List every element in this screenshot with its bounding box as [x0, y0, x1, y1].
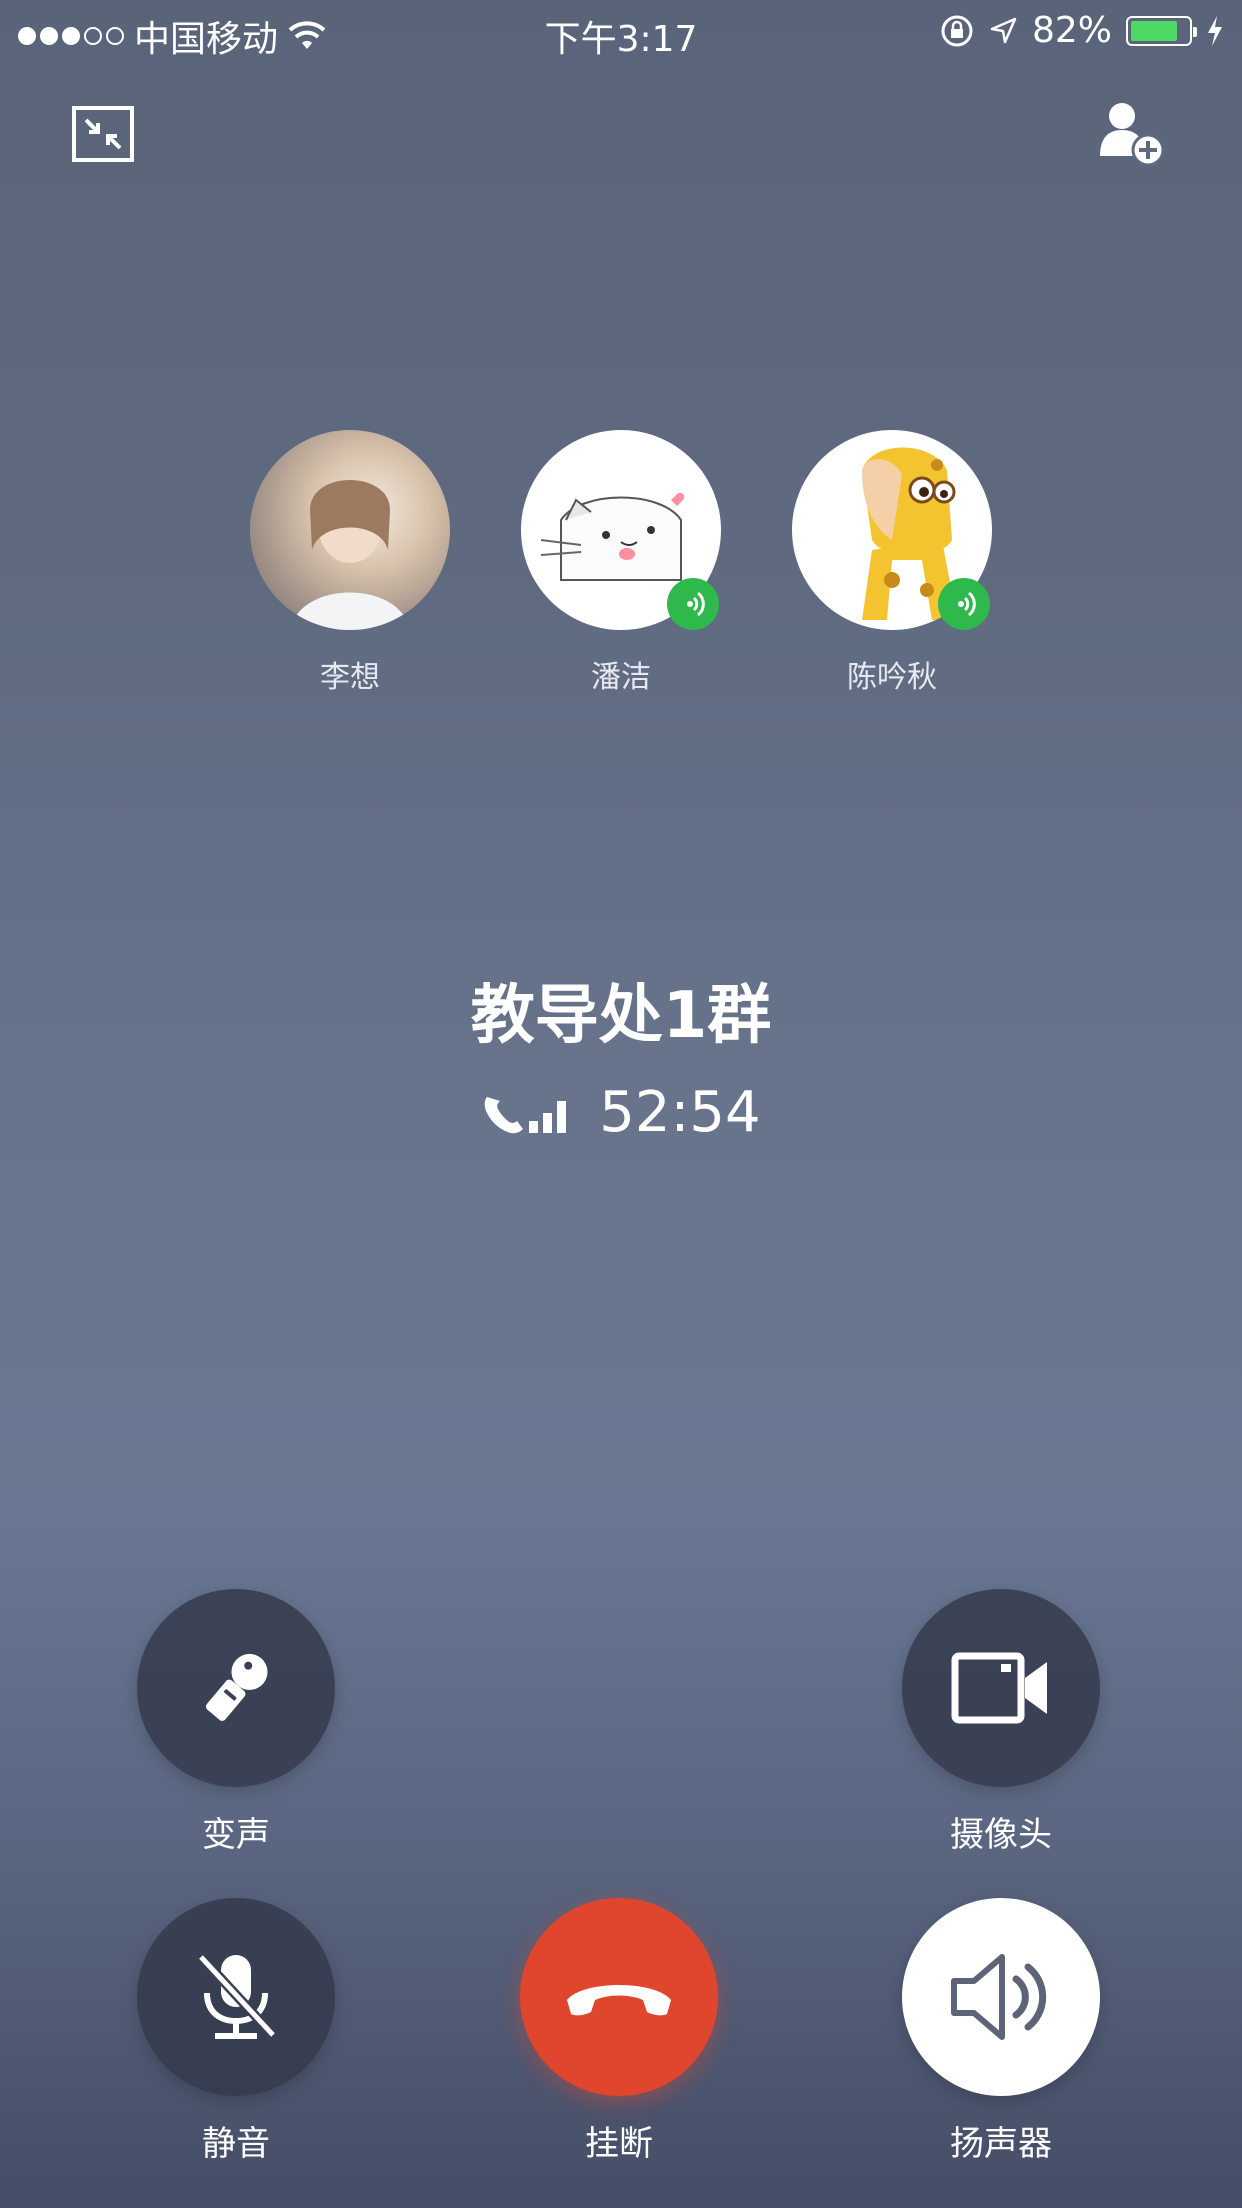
camera-button[interactable]: 摄像头	[871, 1589, 1131, 1856]
mute-button[interactable]: 静音	[106, 1898, 366, 2165]
participant-3[interactable]: 陈吟秋	[772, 430, 1012, 696]
avatar	[250, 430, 450, 630]
speaking-icon	[958, 591, 976, 617]
speaker-button[interactable]: 扬声器	[871, 1898, 1131, 2165]
add-member-icon	[1100, 103, 1165, 167]
rotation-lock-icon	[941, 15, 973, 46]
participant-2[interactable]: 潘洁	[501, 430, 741, 696]
voice-changer-label: 变声	[202, 1815, 270, 1855]
speaker-label: 扬声器	[950, 2124, 1052, 2164]
group-name: 教导处1群	[470, 979, 772, 1053]
status-bar: 中国移动 下午3:17 82%	[0, 0, 1242, 60]
charging-icon	[1208, 15, 1222, 46]
battery-percent: 82%	[1031, 10, 1112, 51]
call-duration: 52:54	[599, 1080, 761, 1145]
hang-up-label: 挂断	[585, 2124, 653, 2164]
speaking-icon	[687, 591, 705, 617]
voice-changer-button[interactable]: 变声	[106, 1589, 366, 1856]
minimize-button[interactable]	[72, 106, 134, 162]
camera-icon	[951, 1652, 1047, 1724]
hang-up-button[interactable]: 挂断	[489, 1898, 749, 2165]
minimize-window-icon	[72, 106, 134, 162]
participant-name: 李想	[320, 660, 380, 695]
call-signal-icon	[484, 1096, 567, 1133]
camera-label: 摄像头	[950, 1815, 1052, 1855]
voice-changer-icon	[205, 1653, 268, 1721]
status-right: 82%	[940, 10, 1224, 51]
battery-icon	[1126, 15, 1197, 46]
mute-label: 静音	[202, 2124, 270, 2164]
speaker-icon	[951, 1954, 1047, 2040]
speaking-badge	[667, 578, 719, 630]
hang-up-icon	[567, 1985, 671, 2016]
microphone-muted-icon	[197, 1953, 277, 2039]
participant-1[interactable]: 李想	[230, 430, 470, 696]
participant-name: 陈吟秋	[847, 660, 937, 695]
speaking-badge	[938, 578, 990, 630]
location-icon	[990, 17, 1017, 43]
participant-name: 潘洁	[591, 660, 651, 695]
call-status: 52:54	[0, 1080, 1242, 1145]
add-member-button[interactable]	[1096, 100, 1166, 167]
